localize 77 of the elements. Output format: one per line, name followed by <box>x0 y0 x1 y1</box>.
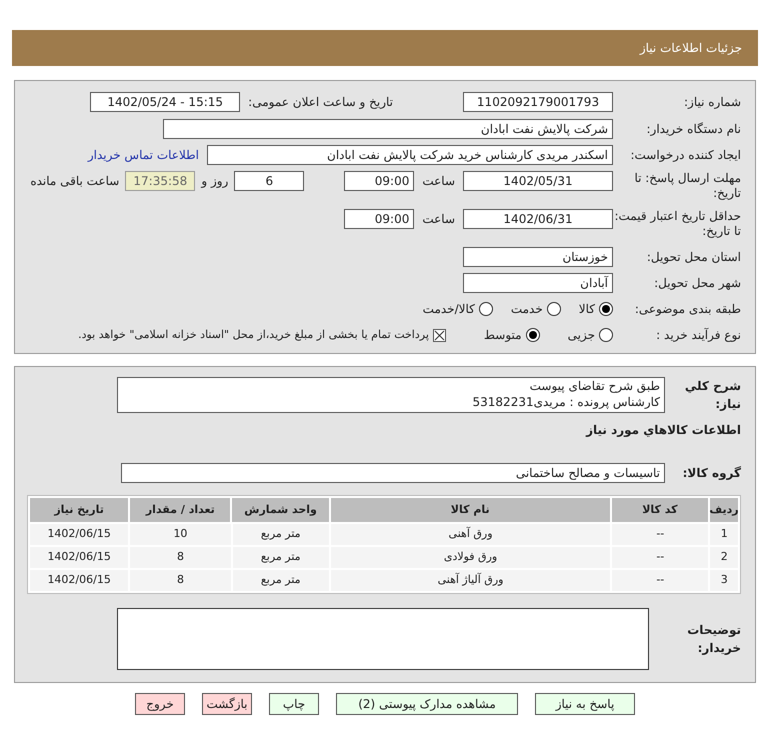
city-field: آبادان <box>463 273 613 293</box>
remaining-time-field: 17:35:58 <box>125 171 196 191</box>
table-cell: 1 <box>710 524 738 545</box>
radio-button[interactable] <box>546 302 561 316</box>
page-title: جزئیات اطلاعات نیاز <box>640 40 742 57</box>
payment-note: پرداخت تمام یا بخشی از مبلغ خرید،از محل "اسناد خزانه اسلامی" خواهد بود. <box>78 326 429 343</box>
table-cell: 1402/06/15 <box>30 570 128 591</box>
table-cell: -- <box>612 570 708 591</box>
action-button[interactable]: بازگشت <box>202 693 252 715</box>
field-label: شهر محل تحویل: <box>653 276 741 290</box>
table-cell: 3 <box>710 570 738 591</box>
reply-time-field: 09:00 <box>344 171 414 191</box>
radio-label: خدمت <box>510 301 543 318</box>
validity-date-field: 1402/06/31 <box>463 209 613 229</box>
action-button[interactable]: مشاهده مدارک پیوستی (2) <box>336 693 518 715</box>
radio-button[interactable] <box>599 302 613 316</box>
field-label: ایجاد کننده درخواست: <box>629 148 741 162</box>
action-button[interactable]: چاپ <box>269 693 319 715</box>
table-cell: ورق فولادی <box>330 547 610 568</box>
description-line: طبق شرح تقاضای پیوست <box>528 378 660 394</box>
requester-field: اسکندر مریدی کارشناس خرید شرکت پالایش نفت ابادان <box>207 145 613 165</box>
field-label: طبقه بندی موضوعی: <box>634 302 741 316</box>
field-label: نام دستگاه خریدار: <box>646 122 741 136</box>
time-label: ساعت <box>422 173 455 190</box>
buyer-notes-box[interactable] <box>117 608 649 670</box>
field-label: شرح كلي نياز: <box>684 378 741 413</box>
description-line: کارشناس پرونده : مریدی53182231 <box>472 394 660 410</box>
field-label: استان محل تحویل: <box>646 250 741 264</box>
action-button[interactable]: خروج <box>135 693 185 715</box>
radio-button[interactable] <box>478 302 493 316</box>
need-number-field: 1102092179001793 <box>463 92 613 112</box>
radio-label: کالا <box>578 301 595 318</box>
radio-button[interactable] <box>526 328 540 342</box>
table-cell: 10 <box>130 524 231 545</box>
column-header: تعداد / مقدار <box>130 498 230 522</box>
column-header: نام کالا <box>330 498 610 522</box>
buyer-org-field: شرکت پالایش نفت ابادان <box>163 119 613 139</box>
radio-label: کالا/خدمت <box>422 301 475 318</box>
province-field: خوزستان <box>463 247 613 267</box>
radio-button[interactable] <box>599 328 613 342</box>
column-header: تاریخ نیاز <box>30 498 128 522</box>
days-label: روز و <box>201 173 228 190</box>
table-cell: -- <box>612 524 708 545</box>
field-label: مهلت ارسال پاسخ: تا تاریخ: <box>633 171 741 201</box>
table-cell: 1402/06/15 <box>30 524 128 545</box>
table-cell: ورق آهنی <box>330 524 610 545</box>
table-cell: متر مربع <box>232 570 329 591</box>
goods-group-field: تاسیسات و مصالح ساختمانی <box>121 463 665 483</box>
checkbox[interactable] <box>432 328 446 342</box>
field-label: حداقل تاریخ اعتبار قیمت: تا تاریخ: <box>613 209 741 239</box>
column-header: کد کالا <box>612 498 708 522</box>
field-label: شماره نیاز: <box>683 94 741 110</box>
action-button[interactable]: پاسخ به نیاز <box>535 693 635 715</box>
days-field: 6 <box>234 171 304 191</box>
buyer-contact-link[interactable]: اطلاعات تماس خریدار <box>88 146 199 164</box>
table-cell: متر مربع <box>232 547 329 568</box>
time-label: ساعت <box>422 211 455 228</box>
table-cell: 8 <box>130 547 231 568</box>
table-cell: -- <box>612 547 708 568</box>
field-label: گروه کالا: <box>682 465 741 482</box>
reply-date-field: 1402/05/31 <box>463 171 613 191</box>
column-header: ردیف <box>710 498 738 522</box>
field-label: تاریخ و ساعت اعلان عمومی: <box>248 94 393 111</box>
field-label: توضیحات خریدار: <box>686 622 741 657</box>
field-label: نوع فرآیند خرید : <box>655 328 741 342</box>
table-cell: 2 <box>710 547 738 568</box>
table-cell: 8 <box>130 570 231 591</box>
table-cell: متر مربع <box>232 524 329 545</box>
radio-label: جزیی <box>568 327 595 344</box>
validity-time-field: 09:00 <box>344 209 414 229</box>
column-header: واحد شمارش <box>232 498 329 522</box>
remaining-label: ساعت باقی مانده <box>30 173 120 190</box>
table-cell: ورق آلیاژ آهنی <box>330 570 610 591</box>
section-title: اطلاعات كالاهاي مورد نياز <box>584 422 741 439</box>
radio-label: متوسط <box>484 327 522 344</box>
table-cell: 1402/06/15 <box>30 547 128 568</box>
announce-date-field: 1402/05/24 - 15:15 <box>90 92 240 112</box>
